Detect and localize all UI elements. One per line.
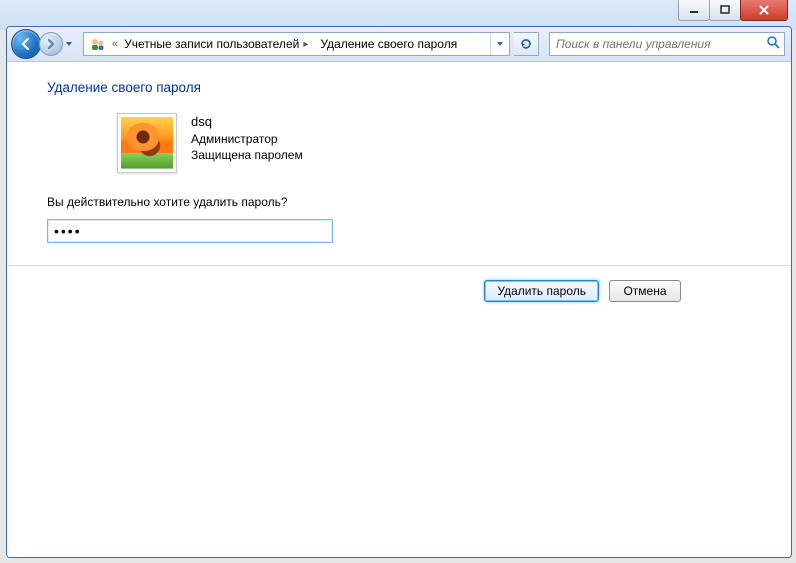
breadcrumb-segment-accounts[interactable]: Учетные записи пользователей ▸ [120, 33, 316, 55]
address-dropdown-button[interactable] [490, 33, 509, 55]
account-username: dsq [191, 113, 303, 131]
delete-password-button[interactable]: Удалить пароль [484, 280, 599, 302]
breadcrumb-label: Удаление своего пароля [320, 37, 457, 51]
cancel-button[interactable]: Отмена [609, 280, 681, 302]
minimize-icon [689, 5, 699, 15]
desktop: « Учетные записи пользователей ▸ Удалени… [0, 0, 796, 563]
search-input[interactable] [554, 36, 762, 52]
action-footer: Удалить пароль Отмена [7, 265, 791, 302]
caption-buttons [679, 0, 788, 21]
breadcrumb-segment-delete-password[interactable]: Удаление своего пароля [316, 33, 461, 55]
chevron-down-icon [65, 40, 73, 48]
chevron-right-icon: ▸ [299, 39, 312, 50]
user-accounts-icon [90, 36, 106, 52]
maximize-icon [720, 5, 730, 15]
search-box[interactable] [549, 32, 785, 56]
breadcrumb-prefix: « [110, 38, 120, 50]
nav-history-buttons [11, 29, 75, 59]
arrow-left-icon [19, 37, 33, 51]
avatar [117, 113, 177, 173]
close-button[interactable] [740, 0, 788, 21]
page-body: Удаление своего пароля dsq Администратор… [7, 62, 791, 243]
page-title: Удаление своего пароля [47, 80, 791, 95]
close-icon [758, 5, 770, 15]
breadcrumb-label: Учетные записи пользователей [124, 37, 299, 51]
content-area: Удаление своего пароля dsq Администратор… [7, 62, 791, 557]
search-icon [766, 35, 780, 54]
arrow-right-icon [46, 39, 56, 49]
address-bar[interactable]: « Учетные записи пользователей ▸ Удалени… [83, 32, 510, 56]
account-meta: dsq Администратор Защищена паролем [191, 113, 303, 163]
confirmation-prompt: Вы действительно хотите удалить пароль? [47, 195, 791, 209]
password-input[interactable] [47, 219, 333, 243]
avatar-image [121, 117, 173, 169]
control-panel-window: « Учетные записи пользователей ▸ Удалени… [6, 26, 792, 558]
maximize-button[interactable] [709, 0, 741, 21]
back-button[interactable] [11, 29, 41, 59]
forward-button[interactable] [39, 32, 63, 56]
account-protection: Защищена паролем [191, 147, 303, 163]
account-role: Администратор [191, 131, 303, 147]
refresh-icon [519, 37, 533, 51]
refresh-button[interactable] [514, 32, 539, 56]
chevron-down-icon [496, 40, 504, 48]
navigation-bar: « Учетные записи пользователей ▸ Удалени… [7, 27, 791, 62]
recent-locations-button[interactable] [63, 33, 75, 55]
minimize-button[interactable] [678, 0, 710, 21]
account-summary: dsq Администратор Защищена паролем [117, 113, 791, 173]
